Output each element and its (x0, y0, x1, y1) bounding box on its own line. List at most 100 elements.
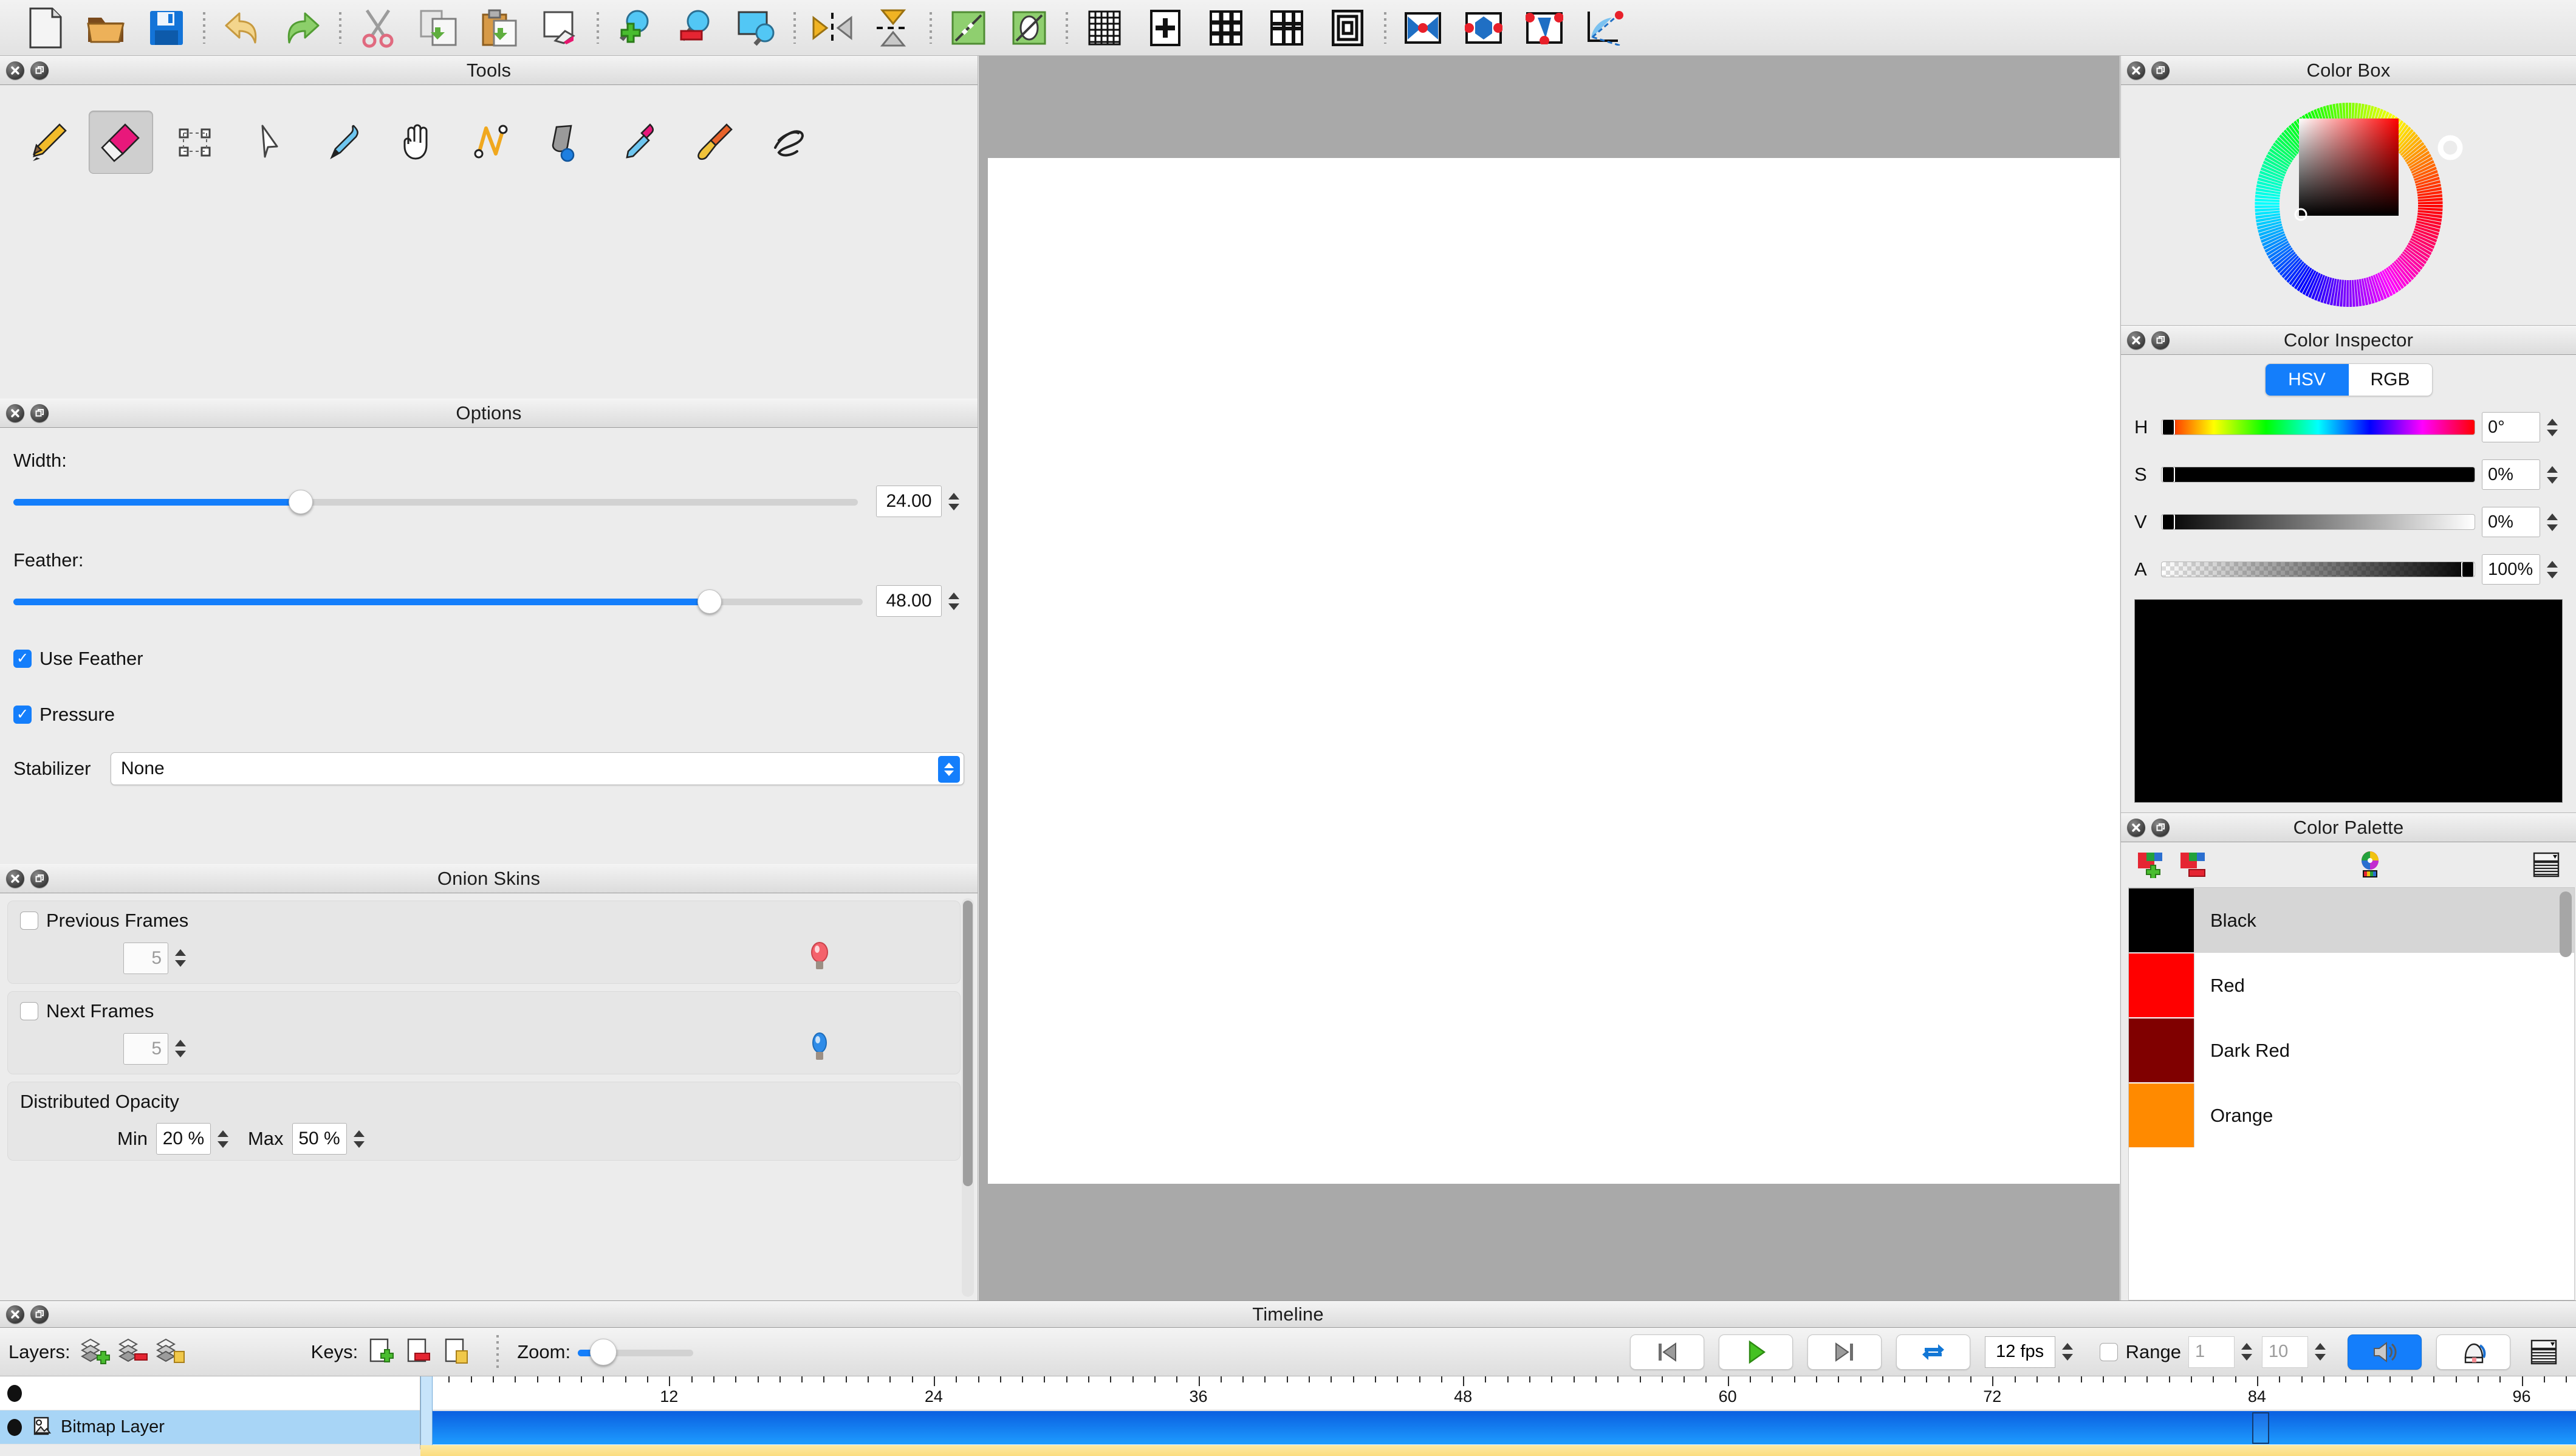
remove-layer-icon[interactable] (115, 1334, 153, 1370)
alpha-value[interactable]: 100% (2482, 554, 2540, 585)
range-end-stepper[interactable] (2310, 1336, 2331, 1368)
onion-scrollbar[interactable] (962, 898, 974, 1297)
stabilizer-select[interactable]: None (111, 752, 964, 785)
pressure-checkbox[interactable]: ✓ Pressure (13, 704, 964, 726)
hue-knob[interactable] (2162, 420, 2175, 434)
range-start-value[interactable]: 1 (2188, 1336, 2235, 1368)
previous-frames-count[interactable]: 5 (123, 942, 168, 974)
rotate-view-icon[interactable] (999, 4, 1060, 52)
visibility-icon[interactable] (7, 1418, 22, 1436)
save-file-icon[interactable] (136, 4, 197, 52)
timeline-zoom-slider[interactable] (578, 1338, 694, 1365)
select-tool[interactable] (163, 111, 227, 174)
close-icon[interactable] (6, 870, 24, 888)
redo-icon[interactable] (272, 4, 333, 52)
paste-icon[interactable] (469, 4, 530, 52)
float-icon[interactable] (2151, 61, 2170, 80)
float-icon[interactable] (30, 61, 49, 80)
timeline-ruler[interactable]: 11224364860728496 (420, 1376, 2576, 1410)
canvas-area[interactable] (979, 56, 2120, 1300)
range-start-stepper[interactable] (2236, 1336, 2257, 1368)
go-to-start-button[interactable] (1629, 1334, 1704, 1370)
move-tool[interactable] (237, 111, 301, 174)
feather-stepper[interactable] (944, 585, 964, 617)
reset-view-icon[interactable] (938, 4, 999, 52)
tracks-column[interactable]: 11224364860728496 (420, 1376, 2576, 1456)
previous-onion-color-icon[interactable] (807, 941, 832, 975)
perspective-lines-icon[interactable] (1575, 4, 1636, 52)
feather-value[interactable]: 48.00 (876, 585, 942, 617)
go-to-end-button[interactable] (1807, 1334, 1882, 1370)
fps-stepper[interactable] (2057, 1336, 2078, 1368)
key-marker[interactable] (2252, 1412, 2269, 1444)
range-end-value[interactable]: 10 (2262, 1336, 2308, 1368)
float-icon[interactable] (30, 404, 49, 422)
float-icon[interactable] (2151, 331, 2170, 349)
tab-hsv[interactable]: HSV (2265, 364, 2349, 396)
center-mark-icon[interactable] (1135, 4, 1196, 52)
undo-icon[interactable] (211, 4, 272, 52)
table-row[interactable]: Bitmap Layer (0, 1410, 420, 1444)
palette-menu-icon[interactable] (2527, 846, 2565, 883)
tab-rgb[interactable]: RGB (2349, 364, 2432, 396)
edit-color-icon[interactable] (2351, 846, 2389, 883)
alpha-knob[interactable] (2461, 562, 2475, 577)
float-icon[interactable] (2151, 819, 2170, 837)
eraser-tool[interactable] (89, 111, 153, 174)
eyedropper-tool[interactable] (608, 111, 672, 174)
polyline-tool[interactable] (459, 111, 524, 174)
close-icon[interactable] (2127, 61, 2145, 80)
range-checkbox[interactable] (2099, 1342, 2118, 1361)
smudge-tool[interactable] (756, 111, 820, 174)
palette-scrollbar[interactable] (2560, 891, 2572, 1296)
list-item[interactable]: Black (2129, 888, 2574, 953)
max-opacity-value[interactable]: 50 % (292, 1123, 347, 1155)
golden-ratio-icon[interactable] (1256, 4, 1317, 52)
sound-toggle[interactable] (2348, 1334, 2422, 1370)
visibility-icon[interactable] (7, 1384, 22, 1402)
hue-slider[interactable] (2161, 419, 2475, 435)
alpha-slider[interactable] (2161, 561, 2475, 577)
saturation-value[interactable]: 0% (2482, 459, 2540, 490)
open-file-icon[interactable] (75, 4, 136, 52)
flip-horizontal-icon[interactable] (802, 4, 863, 52)
previous-frames-checkbox[interactable]: Previous Frames (20, 910, 948, 932)
saturation-knob[interactable] (2162, 467, 2175, 482)
cut-icon[interactable] (348, 4, 408, 52)
track-bitmap[interactable] (420, 1411, 2576, 1444)
table-row[interactable] (0, 1376, 420, 1410)
brush-tool[interactable] (682, 111, 746, 174)
add-color-icon[interactable] (2132, 846, 2170, 883)
list-item[interactable]: Orange (2129, 1083, 2574, 1148)
value-value[interactable]: 0% (2482, 507, 2540, 537)
play-button[interactable] (1718, 1334, 1793, 1370)
close-icon[interactable] (2127, 331, 2145, 349)
pencil-tool[interactable] (15, 111, 79, 174)
perspective-1-icon[interactable] (1392, 4, 1453, 52)
list-item[interactable]: Dark Red (2129, 1018, 2574, 1083)
hue-stepper[interactable] (2542, 411, 2563, 444)
duplicate-key-icon[interactable] (440, 1334, 478, 1370)
float-icon[interactable] (30, 1305, 49, 1324)
close-icon[interactable] (2127, 819, 2145, 837)
grid-icon[interactable] (1074, 4, 1135, 52)
safe-areas-icon[interactable] (1317, 4, 1378, 52)
width-slider[interactable] (13, 490, 858, 514)
playhead[interactable] (420, 1376, 433, 1445)
hand-tool[interactable] (385, 111, 450, 174)
saturation-stepper[interactable] (2542, 458, 2563, 491)
close-icon[interactable] (6, 61, 24, 80)
saturation-slider[interactable] (2161, 467, 2475, 482)
pen-tool[interactable] (311, 111, 375, 174)
zoom-out-icon[interactable] (666, 4, 727, 52)
value-stepper[interactable] (2542, 506, 2563, 538)
remove-color-icon[interactable] (2174, 846, 2212, 883)
previous-frames-stepper[interactable] (170, 942, 191, 975)
loop-button[interactable] (1896, 1334, 1970, 1370)
add-key-icon[interactable] (365, 1334, 403, 1370)
add-layer-icon[interactable] (78, 1334, 115, 1370)
clear-frame-icon[interactable] (530, 4, 591, 52)
new-file-icon[interactable] (15, 4, 75, 52)
copy-icon[interactable] (408, 4, 469, 52)
width-value[interactable]: 24.00 (876, 486, 942, 517)
